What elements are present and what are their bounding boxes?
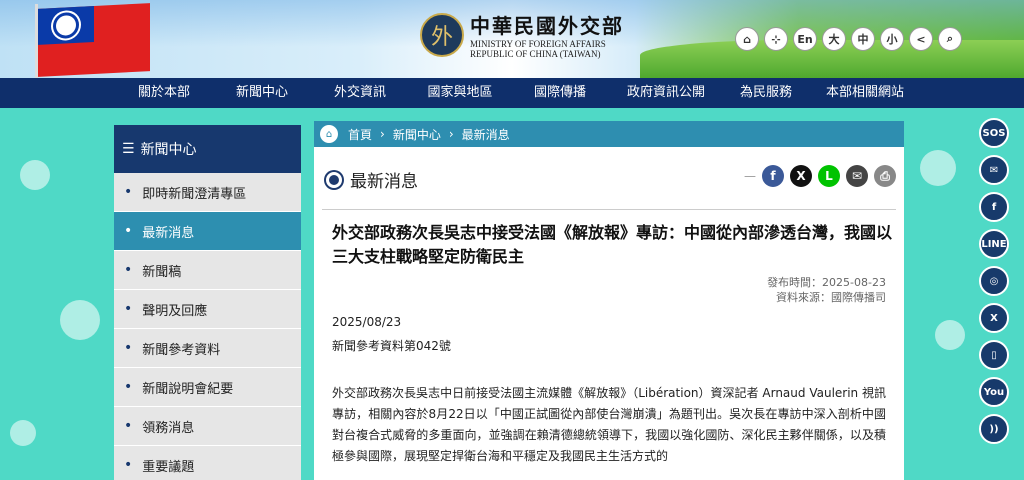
mofa-seal-icon: 外 — [420, 12, 464, 57]
article-date: 2025/08/23 — [332, 315, 402, 329]
bullet-icon: • — [124, 262, 133, 278]
sidebar-item-consular[interactable]: • 領務消息 — [114, 407, 301, 446]
right-social-bar: SOS ✉ f LINE ◎ X ▯ You )) — [979, 118, 1009, 444]
email-icon[interactable]: ✉ — [979, 155, 1009, 185]
font-small-button[interactable]: 小 — [880, 27, 904, 51]
bullet-icon: • — [124, 418, 133, 434]
title-bullet-icon — [326, 171, 342, 188]
flower-decoration — [920, 150, 956, 186]
main-nav: 關於本部 新聞中心 外交資訊 國家與地區 國際傳播 政府資訊公開 為民服務 本部… — [0, 78, 1024, 108]
header-tools: ⌂ ⊹ En 大 中 小 < ⌕ — [735, 27, 962, 51]
font-medium-button[interactable]: 中 — [851, 27, 875, 51]
x-share-icon[interactable]: X — [790, 165, 812, 187]
youtube-icon[interactable]: You — [979, 377, 1009, 407]
logo-english-country: REPUBLIC OF CHINA (TAIWAN) — [470, 49, 601, 59]
instagram-icon[interactable]: ◎ — [979, 266, 1009, 296]
breadcrumb-separator: › — [380, 127, 385, 141]
sidebar-item-press-release[interactable]: • 新聞稿 — [114, 251, 301, 290]
share-dash: — — [744, 169, 756, 183]
sos-icon[interactable]: SOS — [979, 118, 1009, 148]
section-title: 最新消息 — [326, 167, 418, 192]
breadcrumb-home[interactable]: 首頁 — [348, 126, 372, 143]
nav-public-service[interactable]: 為民服務 — [722, 78, 810, 108]
nav-news[interactable]: 新聞中心 — [214, 78, 310, 108]
nav-countries[interactable]: 國家與地區 — [410, 78, 510, 108]
roc-flag — [38, 3, 150, 77]
nav-foreign-affairs[interactable]: 外交資訊 — [310, 78, 410, 108]
flag-canton — [38, 6, 94, 45]
sidebar-item-label: 聲明及回應 — [142, 303, 208, 319]
breadcrumb: ⌂ 首頁 › 新聞中心 › 最新消息 — [314, 121, 904, 147]
sidebar-item-reference[interactable]: • 新聞參考資料 — [114, 329, 301, 368]
sidebar-item-label: 重要議題 — [142, 459, 195, 475]
article-reference-number: 新聞參考資料第042號 — [332, 339, 451, 353]
nav-intl-comm[interactable]: 國際傳播 — [510, 78, 610, 108]
sidebar-title: 新聞中心 — [140, 142, 197, 158]
bullet-icon: • — [124, 184, 133, 200]
flower-decoration — [60, 300, 100, 340]
divider — [322, 209, 896, 210]
sidebar-item-label: 即時新聞澄清專區 — [142, 186, 247, 202]
sidebar-item-clarification[interactable]: • 即時新聞澄清專區 — [114, 173, 301, 212]
menu-icon: ☰ — [122, 141, 135, 157]
nav-about[interactable]: 關於本部 — [114, 78, 214, 108]
sidebar-item-label: 新聞說明會紀要 — [142, 381, 234, 397]
breadcrumb-current[interactable]: 最新消息 — [462, 126, 510, 143]
breadcrumb-news[interactable]: 新聞中心 — [393, 126, 441, 143]
home-icon[interactable]: ⌂ — [320, 125, 338, 143]
flower-decoration — [20, 160, 50, 190]
share-icon[interactable]: < — [909, 27, 933, 51]
main-content: ⌂ 首頁 › 新聞中心 › 最新消息 最新消息 — f X L ✉ ⎙ 外交部政… — [314, 121, 904, 480]
facebook-icon[interactable]: f — [979, 192, 1009, 222]
rss-icon[interactable]: )) — [979, 414, 1009, 444]
sidebar: ☰ 新聞中心 • 即時新聞澄清專區 • 最新消息 • 新聞稿 • 聲明及回應 • 新聞參考… — [114, 125, 301, 480]
article-body: 外交部政務次長吳志中日前接受法國主流媒體《解放報》（Libération）資深記… — [332, 386, 886, 463]
bullet-icon: • — [124, 223, 133, 239]
breadcrumb-separator: › — [448, 127, 454, 141]
flower-decoration — [935, 320, 965, 350]
nav-related-sites[interactable]: 本部相關網站 — [810, 78, 920, 108]
english-button[interactable]: En — [793, 27, 817, 51]
sidebar-item-statements[interactable]: • 聲明及回應 — [114, 290, 301, 329]
font-large-button[interactable]: 大 — [822, 27, 846, 51]
mobile-icon[interactable]: ▯ — [979, 340, 1009, 370]
line-icon[interactable]: LINE — [979, 229, 1009, 259]
publish-time: 發布時間：2025-08-23 — [767, 276, 886, 289]
bullet-icon: • — [124, 457, 133, 473]
home-icon[interactable]: ⌂ — [735, 27, 759, 51]
sidebar-item-latest-news[interactable]: • 最新消息 — [114, 212, 301, 251]
logo-chinese-name: 中華民國外交部 — [470, 14, 624, 38]
sidebar-item-label: 新聞參考資料 — [142, 342, 221, 358]
article-meta: 發布時間：2025-08-23 資料來源：國際傳播司 — [767, 275, 886, 305]
site-header: 外 中華民國外交部 MINISTRY OF FOREIGN AFFAIRS RE… — [0, 0, 1024, 78]
flag-sun-icon — [56, 14, 76, 36]
sidebar-header[interactable]: ☰ 新聞中心 — [114, 125, 301, 173]
sidebar-item-label: 新聞稿 — [142, 264, 182, 280]
sidebar-item-issues[interactable]: • 重要議題 — [114, 446, 301, 480]
bullet-icon: • — [124, 301, 133, 317]
nav-gov-info[interactable]: 政府資訊公開 — [610, 78, 722, 108]
article-headline: 外交部政務次長吳志中接受法國《解放報》專訪：中國從內部滲透台灣，我國以三大支柱戰… — [332, 223, 893, 266]
bullet-icon: • — [124, 340, 133, 356]
x-icon[interactable]: X — [979, 303, 1009, 333]
sidebar-item-briefings[interactable]: • 新聞說明會紀要 — [114, 368, 301, 407]
facebook-share-icon[interactable]: f — [762, 165, 784, 187]
sidebar-item-label: 最新消息 — [142, 225, 195, 241]
sidebar-item-label: 領務消息 — [142, 420, 195, 436]
mofa-logo[interactable]: 外 中華民國外交部 MINISTRY OF FOREIGN AFFAIRS RE… — [420, 10, 624, 59]
logo-english-name: MINISTRY OF FOREIGN AFFAIRS — [470, 39, 606, 49]
search-icon[interactable]: ⌕ — [938, 27, 962, 51]
section-title-text: 最新消息 — [350, 172, 418, 192]
share-bar: — f X L ✉ ⎙ — [744, 165, 896, 187]
line-share-icon[interactable]: L — [818, 165, 840, 187]
email-share-icon[interactable]: ✉ — [846, 165, 868, 187]
flower-decoration — [10, 420, 36, 446]
article-source: 資料來源：國際傳播司 — [776, 291, 886, 304]
sitemap-icon[interactable]: ⊹ — [764, 27, 788, 51]
bullet-icon: • — [124, 379, 133, 395]
print-icon[interactable]: ⎙ — [874, 165, 896, 187]
